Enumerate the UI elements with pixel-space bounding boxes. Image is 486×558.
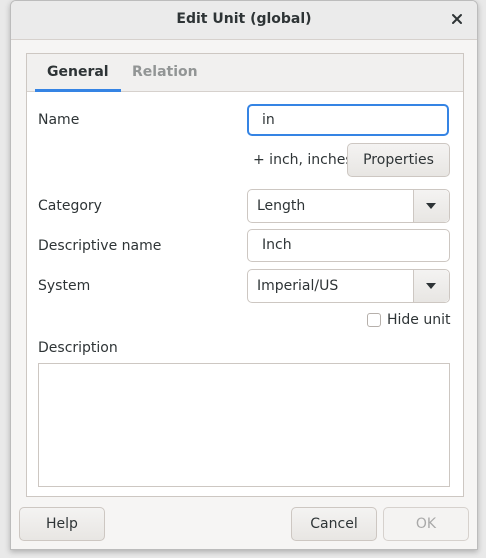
dialog-title: Edit Unit (global) — [176, 11, 312, 27]
chevron-down-icon — [426, 283, 436, 289]
system-dropdown-button[interactable] — [413, 270, 449, 302]
category-label: Category — [38, 198, 102, 214]
title-bar: Edit Unit (global) — [11, 1, 477, 40]
category-combo[interactable]: Length — [247, 189, 450, 223]
notebook: General Relation Name in + inch, inches … — [26, 53, 464, 497]
name-field[interactable]: in — [247, 104, 449, 136]
system-label: System — [38, 278, 91, 294]
system-combo[interactable]: Imperial/US — [247, 269, 450, 303]
help-button[interactable]: Help — [19, 507, 105, 541]
description-textarea[interactable] — [38, 363, 450, 487]
descriptive-name-field[interactable]: Inch — [247, 229, 450, 262]
ok-button[interactable]: OK — [383, 507, 469, 541]
close-icon — [452, 14, 462, 24]
tab-bar: General Relation — [27, 54, 463, 92]
category-value: Length — [257, 198, 306, 214]
hide-unit-checkbox[interactable] — [367, 313, 381, 327]
category-dropdown-button[interactable] — [413, 190, 449, 222]
chevron-down-icon — [426, 203, 436, 209]
system-value: Imperial/US — [257, 278, 339, 294]
close-button[interactable] — [447, 9, 467, 29]
cancel-button[interactable]: Cancel — [291, 507, 377, 541]
tab-relation[interactable]: Relation — [132, 54, 198, 91]
properties-button[interactable]: Properties — [347, 143, 450, 177]
plural-hint: + inch, inches — [253, 152, 353, 168]
edit-unit-dialog: Edit Unit (global) General Relation Name… — [10, 0, 478, 550]
hide-unit-label: Hide unit — [387, 312, 451, 328]
tab-general[interactable]: General — [35, 54, 121, 92]
description-label: Description — [38, 340, 118, 356]
descriptive-name-label: Descriptive name — [38, 238, 162, 254]
name-label: Name — [38, 112, 80, 128]
